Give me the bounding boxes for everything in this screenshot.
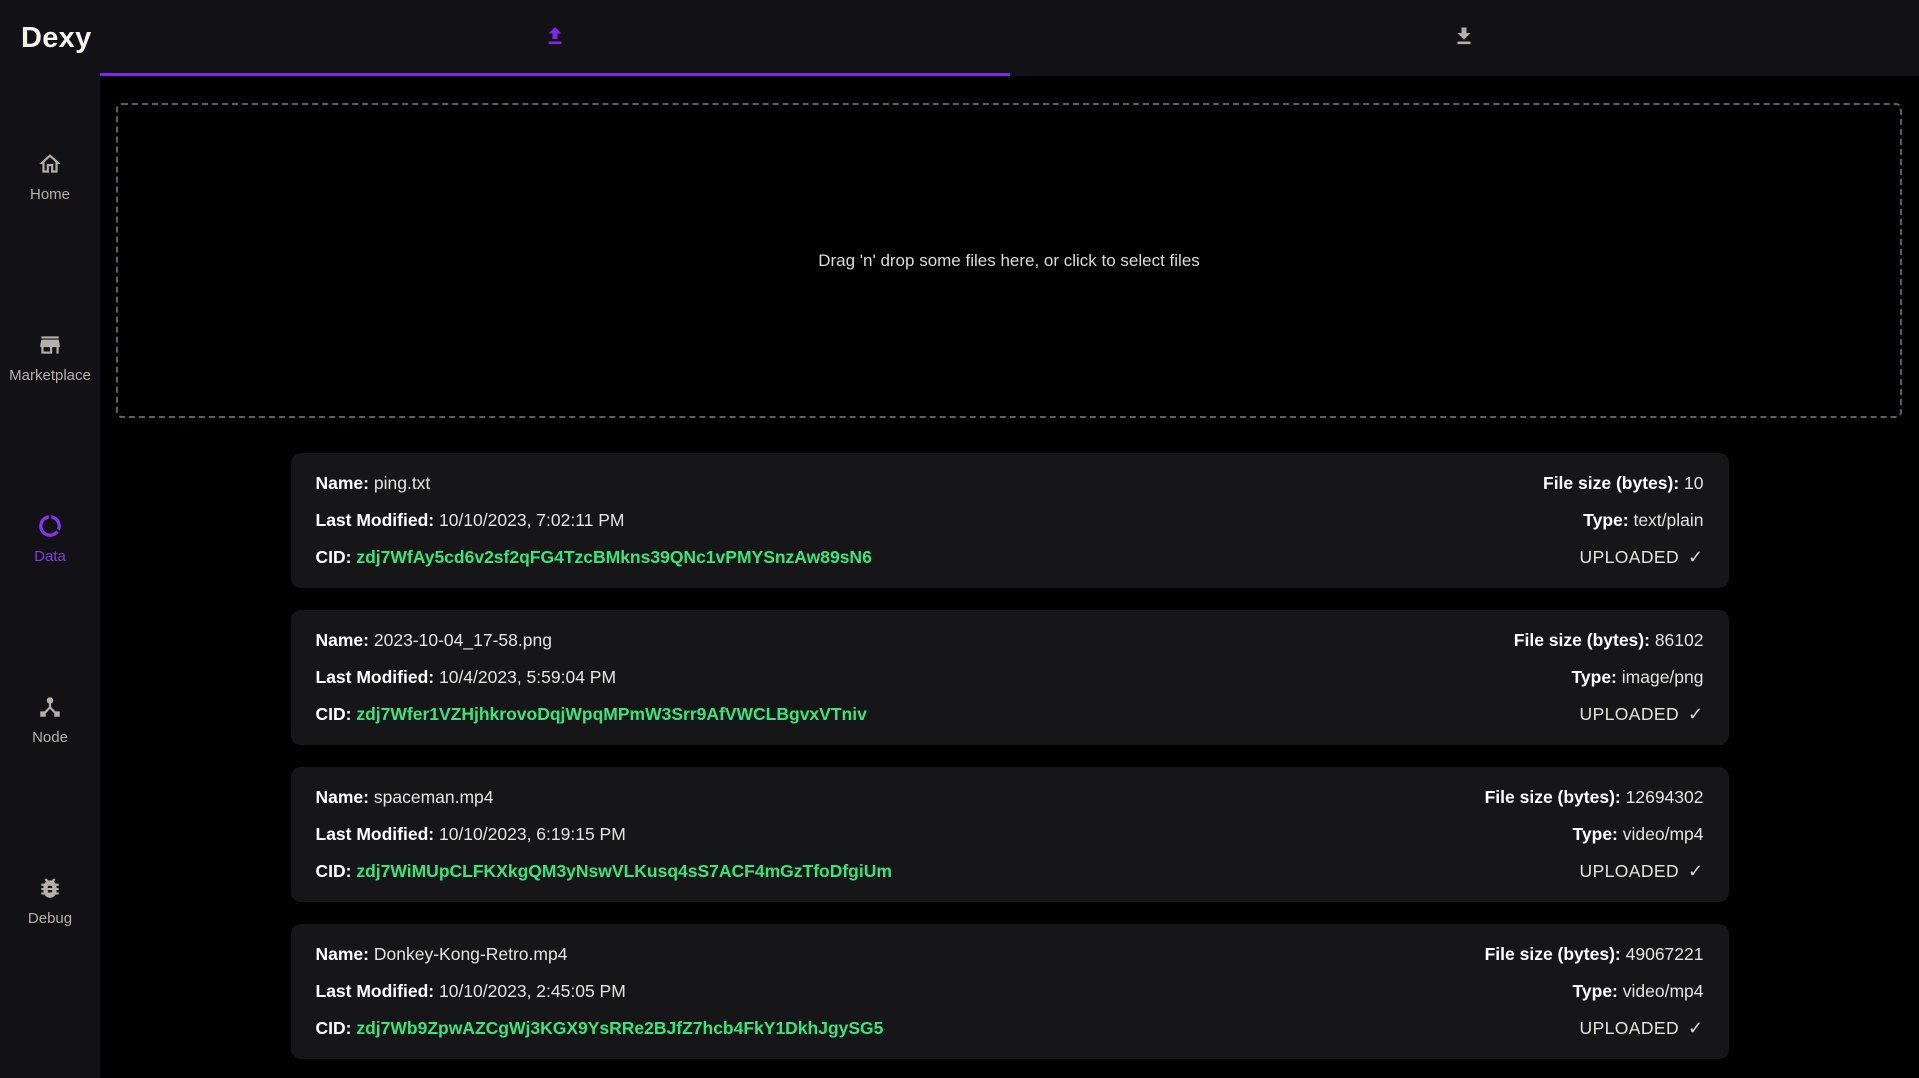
storefront-icon [37, 332, 63, 362]
file-card-row-bottom: CID: zdj7Wfer1VZHjhkrovoDqjWpqMPmW3Srr9A… [316, 704, 1704, 725]
file-card: Name: ping.txt File size (bytes): 10 Las… [291, 453, 1729, 588]
file-name: Name: Donkey-Kong-Retro.mp4 [316, 944, 568, 965]
cid-value[interactable]: zdj7WiMUpCLFKXkgQM3yNswVLKusq4sS7ACF4mGz… [356, 861, 892, 881]
active-tab-indicator [100, 73, 1010, 76]
file-size: File size (bytes): 86102 [1514, 630, 1704, 651]
file-card: Name: 2023-10-04_17-58.png File size (by… [291, 610, 1729, 745]
file-name: Name: spaceman.mp4 [316, 787, 494, 808]
file-card-row-middle: Last Modified: 10/10/2023, 7:02:11 PM Ty… [316, 510, 1704, 531]
file-card: Name: spaceman.mp4 File size (bytes): 12… [291, 767, 1729, 902]
file-card-row-bottom: CID: zdj7WfAy5cd6v2sf2qFG4TzcBMkns39QNc1… [316, 547, 1704, 568]
check-icon: ✓ [1688, 704, 1703, 725]
main-content: Drag 'n' drop some files here, or click … [100, 76, 1919, 1078]
sidebar-item-label: Home [30, 186, 70, 203]
file-card-row-top: Name: ping.txt File size (bytes): 10 [316, 473, 1704, 494]
check-icon: ✓ [1688, 861, 1703, 882]
file-name: Name: 2023-10-04_17-58.png [316, 630, 552, 651]
file-type: Type: video/mp4 [1573, 824, 1704, 845]
file-card-row-top: Name: 2023-10-04_17-58.png File size (by… [316, 630, 1704, 651]
file-cid: CID: zdj7WfAy5cd6v2sf2qFG4TzcBMkns39QNc1… [316, 547, 872, 568]
file-size: File size (bytes): 49067221 [1485, 944, 1704, 965]
upload-status-badge: UPLOADED ✓ [1580, 704, 1704, 725]
cid-value[interactable]: zdj7WfAy5cd6v2sf2qFG4TzcBMkns39QNc1vPMYS… [356, 547, 871, 567]
file-type: Type: image/png [1572, 667, 1704, 688]
upload-status-badge: UPLOADED ✓ [1580, 861, 1704, 882]
file-last-modified: Last Modified: 10/10/2023, 2:45:05 PM [316, 981, 626, 1002]
file-type: Type: text/plain [1583, 510, 1703, 531]
data-usage-icon [37, 513, 63, 543]
device-hub-icon [37, 694, 63, 724]
sidebar-item-debug[interactable]: Debug [28, 875, 72, 927]
sidebar-item-node[interactable]: Node [32, 694, 68, 746]
upload-status-badge: UPLOADED ✓ [1580, 547, 1704, 568]
file-cid: CID: zdj7Wb9ZpwAZCgWj3KGX9YsRRe2BJfZ7hcb… [316, 1018, 884, 1039]
file-cid: CID: zdj7Wfer1VZHjhkrovoDqjWpqMPmW3Srr9A… [316, 704, 867, 725]
file-size: File size (bytes): 10 [1543, 473, 1704, 494]
cid-value[interactable]: zdj7Wb9ZpwAZCgWj3KGX9YsRRe2BJfZ7hcb4FkY1… [356, 1018, 883, 1038]
home-icon [37, 151, 63, 181]
file-last-modified: Last Modified: 10/4/2023, 5:59:04 PM [316, 667, 617, 688]
file-card-row-middle: Last Modified: 10/10/2023, 2:45:05 PM Ty… [316, 981, 1704, 1002]
bug-icon [37, 875, 63, 905]
sidebar-item-label: Data [34, 548, 66, 565]
file-card-row-top: Name: Donkey-Kong-Retro.mp4 File size (b… [316, 944, 1704, 965]
file-size: File size (bytes): 12694302 [1485, 787, 1704, 808]
tab-download[interactable] [1010, 0, 1919, 76]
tab-bar [100, 0, 1919, 76]
sidebar-item-label: Node [32, 729, 68, 746]
sidebar-item-data[interactable]: Data [34, 513, 66, 565]
file-card-row-middle: Last Modified: 10/4/2023, 5:59:04 PM Typ… [316, 667, 1704, 688]
check-icon: ✓ [1688, 547, 1703, 568]
sidebar-item-label: Debug [28, 910, 72, 927]
upload-icon [543, 24, 567, 53]
file-name: Name: ping.txt [316, 473, 431, 494]
file-last-modified: Last Modified: 10/10/2023, 7:02:11 PM [316, 510, 625, 531]
sidebar-item-label: Marketplace [9, 367, 91, 384]
file-type: Type: video/mp4 [1573, 981, 1704, 1002]
download-icon [1452, 24, 1476, 53]
file-card-row-bottom: CID: zdj7WiMUpCLFKXkgQM3yNswVLKusq4sS7AC… [316, 861, 1704, 882]
check-icon: ✓ [1688, 1018, 1703, 1039]
file-card-row-bottom: CID: zdj7Wb9ZpwAZCgWj3KGX9YsRRe2BJfZ7hcb… [316, 1018, 1704, 1039]
sidebar-item-home[interactable]: Home [30, 151, 70, 203]
file-card-row-middle: Last Modified: 10/10/2023, 6:19:15 PM Ty… [316, 824, 1704, 845]
top-bar: Dexy [0, 0, 1919, 76]
dropzone-text: Drag 'n' drop some files here, or click … [818, 251, 1200, 271]
sidebar: Home Marketplace Data Node Debug [0, 0, 100, 1078]
file-card-row-top: Name: spaceman.mp4 File size (bytes): 12… [316, 787, 1704, 808]
file-card: Name: Donkey-Kong-Retro.mp4 File size (b… [291, 924, 1729, 1059]
tab-upload[interactable] [100, 0, 1010, 76]
file-last-modified: Last Modified: 10/10/2023, 6:19:15 PM [316, 824, 626, 845]
file-list: Name: ping.txt File size (bytes): 10 Las… [291, 453, 1729, 1059]
sidebar-item-marketplace[interactable]: Marketplace [9, 332, 91, 384]
cid-value[interactable]: zdj7Wfer1VZHjhkrovoDqjWpqMPmW3Srr9AfVWCL… [356, 704, 866, 724]
upload-status-badge: UPLOADED ✓ [1580, 1018, 1704, 1039]
app-title: Dexy [0, 0, 100, 76]
file-cid: CID: zdj7WiMUpCLFKXkgQM3yNswVLKusq4sS7AC… [316, 861, 892, 882]
file-dropzone[interactable]: Drag 'n' drop some files here, or click … [116, 103, 1902, 418]
